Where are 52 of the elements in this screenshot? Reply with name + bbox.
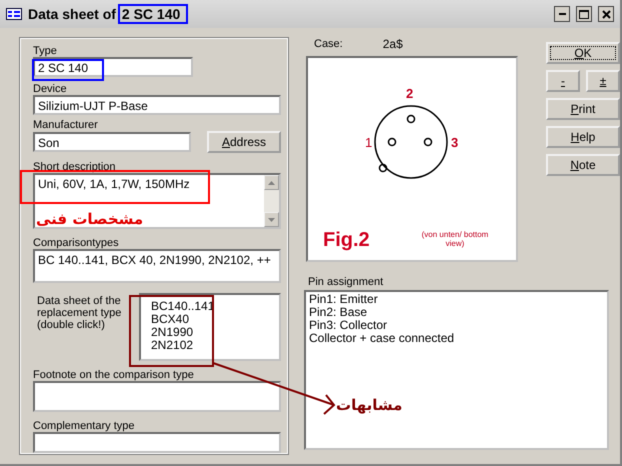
down-arrow-icon <box>268 218 275 222</box>
field-label: Device <box>33 83 68 95</box>
input-field[interactable] <box>33 432 281 453</box>
list-item[interactable]: 2N1990 <box>151 326 276 339</box>
maximize-button[interactable] <box>576 6 592 22</box>
annotation-text: مشخصات فنی <box>36 210 144 228</box>
close-icon <box>602 10 610 18</box>
ok-button[interactable]: OK <box>546 42 620 64</box>
pin-line: Pin2: Base <box>309 306 368 319</box>
list-item[interactable]: BC140..141 <box>151 300 276 313</box>
window-title: Data sheet of <box>28 6 116 22</box>
maximize-icon <box>579 10 589 18</box>
pin-number: 1 <box>365 135 372 150</box>
input-field[interactable]: 2 SC 140 <box>33 57 193 77</box>
annotation-text: مشابهات <box>336 396 402 414</box>
view-note: (von unten/ bottom view) <box>420 230 490 248</box>
case-label: Case: <box>314 38 343 50</box>
list-box[interactable]: BC140..141 BCX40 2N1990 2N2102 <box>139 293 281 361</box>
list-item[interactable]: 2N2102 <box>151 339 276 352</box>
pin-line: Pin1: Emitter <box>309 293 379 306</box>
figure-label: Fig.2 <box>323 229 370 251</box>
field-label: Short description <box>33 161 117 173</box>
field-label: Footnote on the comparison type <box>33 369 195 381</box>
pin-number: 2 <box>406 86 414 101</box>
input-field[interactable] <box>33 381 281 412</box>
close-button[interactable] <box>598 6 614 22</box>
pin-line: Collector + case connected <box>309 332 456 345</box>
minimize-icon <box>558 13 566 15</box>
text-area[interactable]: BC 140..141, BCX 40, 2N1990, 2N2102, ++ <box>33 249 281 283</box>
help-button[interactable]: Help <box>546 126 620 148</box>
step-button[interactable]: ± <box>586 70 620 92</box>
scrollbar[interactable] <box>264 175 279 227</box>
case-value: 2a$ <box>382 38 403 50</box>
up-arrow-icon <box>268 180 275 184</box>
field-label: Type <box>33 45 58 57</box>
list-item[interactable]: BCX40 <box>151 313 276 326</box>
input-field[interactable]: Son <box>33 132 191 152</box>
step-button[interactable]: - <box>546 70 580 92</box>
input-field[interactable]: Silizium-UJT P-Base <box>33 95 281 115</box>
window-title-type: 2 SC 140 <box>118 4 188 24</box>
minimize-button[interactable] <box>554 6 570 22</box>
note-button[interactable]: Note <box>546 154 620 176</box>
window-icon <box>6 8 22 20</box>
field-label: Complementary type <box>33 420 136 432</box>
field-label: Data sheet of the replacement type (double click!) <box>36 295 122 331</box>
field-label: Manufacturer <box>33 119 99 131</box>
print-button[interactable]: Print <box>546 98 620 120</box>
pin-number: 3 <box>451 135 458 150</box>
field-label: Comparisontypes <box>33 237 120 249</box>
field-label: Pin assignment <box>307 276 384 288</box>
pin-line: Pin3: Collector <box>309 319 388 332</box>
address-button[interactable]: Address <box>207 131 281 153</box>
